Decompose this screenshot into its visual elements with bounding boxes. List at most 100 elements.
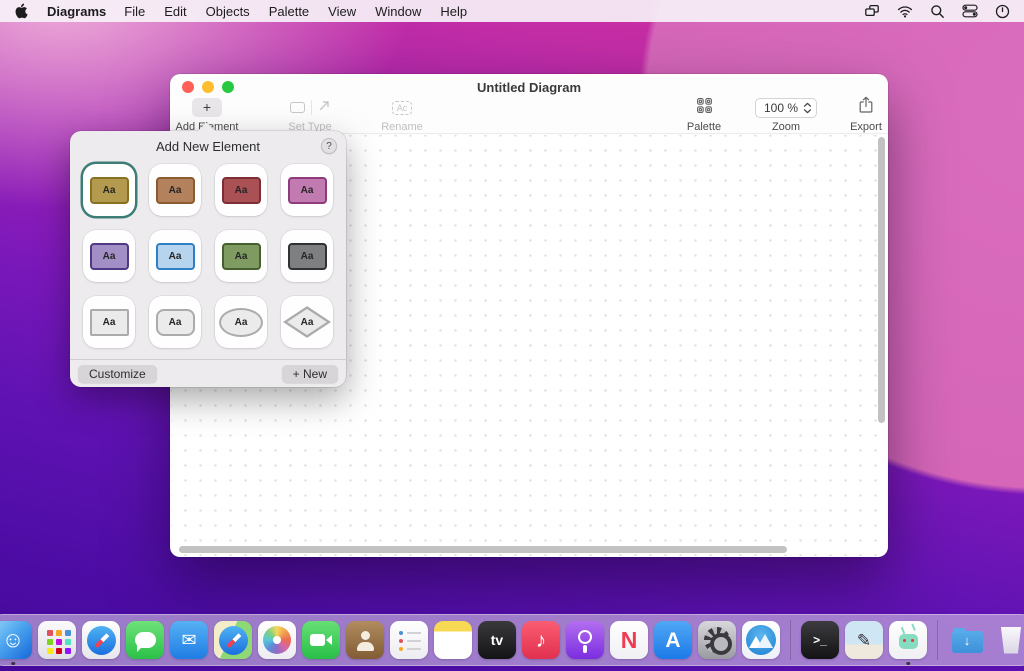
palette-icon[interactable]: [696, 97, 713, 119]
dock-item-tv[interactable]: tv: [478, 621, 516, 659]
menu-objects[interactable]: Objects: [206, 4, 250, 19]
menu-help[interactable]: Help: [440, 4, 467, 19]
element-label: Aa: [103, 317, 116, 328]
add-element-button[interactable]: +: [192, 98, 222, 117]
vertical-scrollbar-thumb[interactable]: [878, 137, 885, 423]
mail-glyph: ✉: [181, 631, 196, 649]
menu-app-name[interactable]: Diagrams: [47, 4, 106, 19]
dock-item-launchpad[interactable]: [38, 621, 76, 659]
element-label: Aa: [169, 251, 182, 262]
horizontal-scrollbar-thumb[interactable]: [179, 546, 787, 553]
running-indicator: [11, 662, 15, 666]
element-label: Aa: [103, 251, 116, 262]
dock-item-system-preferences[interactable]: [698, 621, 736, 659]
news-icon: N: [610, 621, 648, 659]
dock-item-diagrams[interactable]: [742, 621, 780, 659]
trash-shape: [1000, 627, 1023, 654]
compass-shape: [219, 626, 248, 655]
dock-item-music[interactable]: ♪: [522, 621, 560, 659]
menu-edit[interactable]: Edit: [164, 4, 186, 19]
element-swatch: Aa: [288, 243, 327, 270]
menu-view[interactable]: View: [328, 4, 356, 19]
shape-type-icon[interactable]: [290, 102, 305, 113]
stepper-chevrons-icon: [803, 102, 812, 114]
dock-item-robot-app[interactable]: [889, 621, 927, 659]
dock-item-facetime[interactable]: [302, 621, 340, 659]
dock-separator: [790, 620, 791, 660]
downloads-icon: ↓: [948, 621, 986, 659]
compass-shape: [87, 626, 116, 655]
element-style-3[interactable]: Aa: [215, 164, 267, 216]
dock-item-mail[interactable]: ✉: [170, 621, 208, 659]
dock-item-finder[interactable]: ☺: [0, 621, 32, 659]
dock-item-safari[interactable]: [82, 621, 120, 659]
element-style-11[interactable]: Aa: [215, 296, 267, 348]
messages-icon: [126, 621, 164, 659]
windows-icon[interactable]: [864, 4, 880, 18]
dock-item-news[interactable]: N: [610, 621, 648, 659]
element-label: Aa: [103, 185, 116, 196]
element-label: Aa: [301, 251, 314, 262]
running-indicator: [906, 662, 910, 666]
dock-item-contacts[interactable]: [346, 621, 384, 659]
dock-item-notes[interactable]: [434, 621, 472, 659]
element-swatch: Aa: [90, 243, 129, 270]
menu-bar: Diagrams File Edit Objects Palette View Windo…: [0, 0, 1024, 22]
preview-icon: ✎: [845, 621, 883, 659]
desktop[interactable]: Diagrams File Edit Objects Palette View Windo…: [0, 0, 1024, 671]
element-style-12[interactable]: Aa: [281, 296, 333, 348]
palette-label: Palette: [687, 121, 721, 133]
tv-icon: tv: [478, 621, 516, 659]
menu-file[interactable]: File: [124, 4, 145, 19]
element-style-7[interactable]: Aa: [215, 230, 267, 282]
menu-window[interactable]: Window: [375, 4, 421, 19]
finder-icon: ☺: [0, 621, 32, 659]
control-center-icon[interactable]: [962, 4, 978, 18]
apple-logo-icon[interactable]: [14, 3, 29, 19]
dock-item-reminders[interactable]: [390, 621, 428, 659]
dock-item-messages[interactable]: [126, 621, 164, 659]
dock-item-downloads[interactable]: ↓: [948, 621, 986, 659]
zoom-stepper[interactable]: 100 %: [755, 98, 817, 118]
element-style-4[interactable]: Aa: [281, 164, 333, 216]
tv-glyph: tv: [491, 633, 503, 647]
dock-item-app-store[interactable]: A: [654, 621, 692, 659]
menu-palette[interactable]: Palette: [269, 4, 309, 19]
diagrams-shape: [746, 625, 776, 655]
app-store-glyph: A: [665, 630, 680, 651]
search-icon[interactable]: [930, 4, 945, 19]
trash-icon: [992, 621, 1024, 659]
window-toolbar: Untitled Diagram + Add Element Set Type: [170, 74, 888, 134]
arrow-type-icon[interactable]: [318, 99, 331, 117]
element-style-6[interactable]: Aa: [149, 230, 201, 282]
dock-item-photos[interactable]: [258, 621, 296, 659]
launchpad-icon: [38, 621, 76, 659]
element-style-10[interactable]: Aa: [149, 296, 201, 348]
diagrams-icon: [742, 621, 780, 659]
element-style-9[interactable]: Aa: [83, 296, 135, 348]
element-style-1[interactable]: Aa: [83, 164, 135, 216]
element-style-8[interactable]: Aa: [281, 230, 333, 282]
help-button[interactable]: ?: [321, 138, 337, 154]
clock-icon[interactable]: [995, 4, 1010, 19]
rename-icon[interactable]: Ac: [392, 101, 413, 115]
bubble-shape: [135, 632, 156, 648]
new-element-button[interactable]: + New: [282, 365, 338, 383]
robot-shape: [899, 634, 918, 649]
dock-item-maps[interactable]: [214, 621, 252, 659]
gear-shape: [704, 627, 730, 653]
element-style-5[interactable]: Aa: [83, 230, 135, 282]
customize-button[interactable]: Customize: [78, 365, 157, 383]
dock-item-preview[interactable]: ✎: [845, 621, 883, 659]
app-store-icon: A: [654, 621, 692, 659]
dock-item-terminal[interactable]: >_: [801, 621, 839, 659]
maps-icon: [214, 621, 252, 659]
export-share-icon[interactable]: [858, 96, 874, 119]
dock-item-trash[interactable]: [992, 621, 1024, 659]
wifi-icon[interactable]: [897, 5, 913, 18]
status-icons: [864, 4, 1010, 19]
element-swatch: Aa: [222, 243, 261, 270]
add-new-element-popover: Add New Element ? AaAaAaAaAaAaAaAaAaAaAa…: [70, 131, 346, 387]
element-style-2[interactable]: Aa: [149, 164, 201, 216]
dock-item-podcasts[interactable]: [566, 621, 604, 659]
